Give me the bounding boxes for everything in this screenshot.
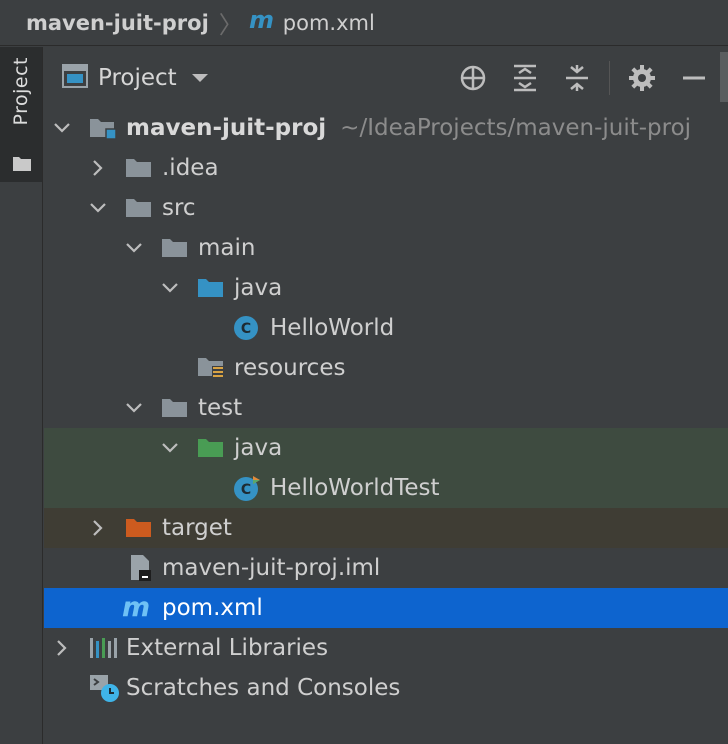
java-class-icon: C xyxy=(232,314,260,342)
panel-toolbar xyxy=(447,52,720,104)
tree-item-main[interactable]: main xyxy=(44,228,728,268)
chevron-down-icon[interactable] xyxy=(88,198,108,218)
svg-text:m: m xyxy=(122,595,150,621)
tree-item-external-libraries[interactable]: External Libraries xyxy=(44,628,728,668)
svg-text:C: C xyxy=(241,321,251,337)
tree-item-label: test xyxy=(198,395,243,421)
chevron-down-icon[interactable] xyxy=(52,118,72,138)
maven-icon: m xyxy=(122,595,156,621)
chevron-right-icon[interactable] xyxy=(52,638,72,658)
tree-item-idea[interactable]: .idea xyxy=(44,148,728,188)
tree-item-test[interactable]: test xyxy=(44,388,728,428)
resources-folder-icon xyxy=(196,355,226,381)
tree-item-label: .idea xyxy=(162,155,219,181)
chevron-right-icon[interactable] xyxy=(88,158,108,178)
tree-item-label: maven-juit-proj.iml xyxy=(162,555,381,581)
breadcrumb: maven-juit-proj 〉 m pom.xml xyxy=(0,0,728,46)
tree-item-label: HelloWorld xyxy=(270,315,395,341)
svg-text:C: C xyxy=(241,482,251,498)
tree-item-test-java[interactable]: java xyxy=(44,428,728,468)
chevron-right-icon[interactable] xyxy=(88,518,108,538)
tree-item-iml[interactable]: maven-juit-proj.iml xyxy=(44,548,728,588)
project-view-icon xyxy=(62,64,88,92)
tree-item-label: main xyxy=(198,235,256,261)
collapse-all-icon[interactable] xyxy=(551,52,603,104)
tree-item-helloworldtest[interactable]: C HelloWorldTest xyxy=(44,468,728,508)
project-tree: maven-juit-proj ~/IdeaProjects/maven-juit… xyxy=(44,108,728,708)
breadcrumb-project[interactable]: maven-juit-proj xyxy=(26,11,209,35)
module-folder-icon xyxy=(88,115,118,141)
tree-item-label: maven-juit-proj xyxy=(126,115,327,141)
source-folder-icon xyxy=(196,276,224,300)
project-panel-header: Project xyxy=(44,52,720,104)
tree-item-label: java xyxy=(234,275,283,301)
toolbar-divider xyxy=(609,61,610,95)
chevron-down-icon[interactable] xyxy=(124,398,144,418)
tree-item-label: target xyxy=(162,515,232,541)
folder-icon xyxy=(124,196,152,220)
folder-icon xyxy=(160,396,188,420)
gear-icon[interactable] xyxy=(616,52,668,104)
project-tool-tab-label: Project xyxy=(10,57,32,126)
breadcrumb-file[interactable]: pom.xml xyxy=(283,11,375,35)
tree-item-helloworld[interactable]: C HelloWorld xyxy=(44,308,728,348)
tree-item-path: ~/IdeaProjects/maven-juit-proj xyxy=(340,115,692,141)
svg-text:m: m xyxy=(249,9,274,31)
chevron-down-icon[interactable] xyxy=(160,438,180,458)
tree-item-label: Scratches and Consoles xyxy=(126,675,401,701)
tree-item-label: java xyxy=(234,435,283,461)
tree-item-scratches[interactable]: Scratches and Consoles xyxy=(44,668,728,708)
chevron-down-icon[interactable] xyxy=(124,238,144,258)
tree-item-root[interactable]: maven-juit-proj ~/IdeaProjects/maven-juit… xyxy=(44,108,728,148)
tree-item-pom[interactable]: m pom.xml xyxy=(44,588,728,628)
folder-icon xyxy=(160,236,188,260)
tree-item-src[interactable]: src xyxy=(44,188,728,228)
tree-item-label: resources xyxy=(234,355,346,381)
tree-item-label: src xyxy=(162,195,196,221)
project-tool-tab[interactable]: Project xyxy=(0,47,42,182)
folder-icon xyxy=(124,156,152,180)
scratches-icon xyxy=(88,673,120,703)
maven-icon: m xyxy=(249,6,275,36)
locate-icon[interactable] xyxy=(447,52,499,104)
breadcrumb-separator: 〉 xyxy=(218,11,243,39)
tree-item-label: HelloWorldTest xyxy=(270,475,440,501)
test-folder-icon xyxy=(196,436,224,460)
folder-icon xyxy=(13,155,31,175)
iml-file-icon xyxy=(128,554,152,582)
library-icon xyxy=(88,636,118,660)
minimize-icon[interactable] xyxy=(668,52,720,104)
tree-item-resources[interactable]: resources xyxy=(44,348,728,388)
panel-title[interactable]: Project xyxy=(98,65,177,91)
scrollbar[interactable] xyxy=(720,52,728,102)
tree-item-main-java[interactable]: java xyxy=(44,268,728,308)
chevron-down-icon[interactable] xyxy=(191,69,209,88)
tool-window-stripe: Project xyxy=(0,47,43,744)
java-test-class-icon: C xyxy=(232,474,262,502)
tree-item-label: pom.xml xyxy=(162,595,263,621)
chevron-down-icon[interactable] xyxy=(160,278,180,298)
tree-item-target[interactable]: target xyxy=(44,508,728,548)
excluded-folder-icon xyxy=(124,516,152,540)
tree-item-label: External Libraries xyxy=(126,635,329,661)
expand-all-icon[interactable] xyxy=(499,52,551,104)
